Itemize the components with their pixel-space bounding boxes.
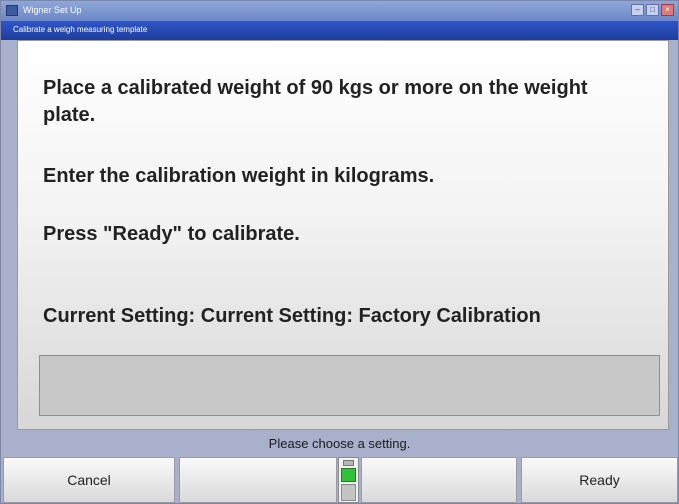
subtitle-bar: Calibrate a weigh measuring template <box>1 21 678 40</box>
calibration-weight-input[interactable] <box>39 355 660 416</box>
current-setting-label: Current Setting: Current Setting: Factor… <box>43 305 541 327</box>
status-indicator <box>338 457 359 503</box>
instruction-panel: Place a calibrated weight of 90 kgs or m… <box>17 40 669 430</box>
indicator-off-light-icon <box>341 484 356 501</box>
close-icon[interactable]: × <box>661 4 674 16</box>
instruction-enter-weight: Enter the calibration weight in kilogram… <box>43 165 435 187</box>
window-title: Wigner Set Up <box>23 5 82 15</box>
ready-button[interactable]: Ready <box>521 457 678 503</box>
window-controls: – □ × <box>631 4 674 16</box>
status-message: Please choose a setting. <box>1 435 678 453</box>
indicator-green-light-icon <box>341 468 356 482</box>
app-icon <box>6 5 18 16</box>
minimize-icon[interactable]: – <box>631 4 644 16</box>
indicator-cap-icon <box>343 460 354 466</box>
app-window: Wigner Set Up – □ × Calibrate a weigh me… <box>0 0 679 504</box>
maximize-icon[interactable]: □ <box>646 4 659 16</box>
function-button-2[interactable] <box>179 457 337 503</box>
function-button-3[interactable] <box>361 457 517 503</box>
subtitle-text: Calibrate a weigh measuring template <box>13 25 148 34</box>
instruction-press-ready: Press "Ready" to calibrate. <box>43 223 300 245</box>
instruction-place-weight: Place a calibrated weight of 90 kgs or m… <box>43 77 588 126</box>
title-bar: Wigner Set Up – □ × <box>1 1 678 21</box>
cancel-button[interactable]: Cancel <box>3 457 175 503</box>
